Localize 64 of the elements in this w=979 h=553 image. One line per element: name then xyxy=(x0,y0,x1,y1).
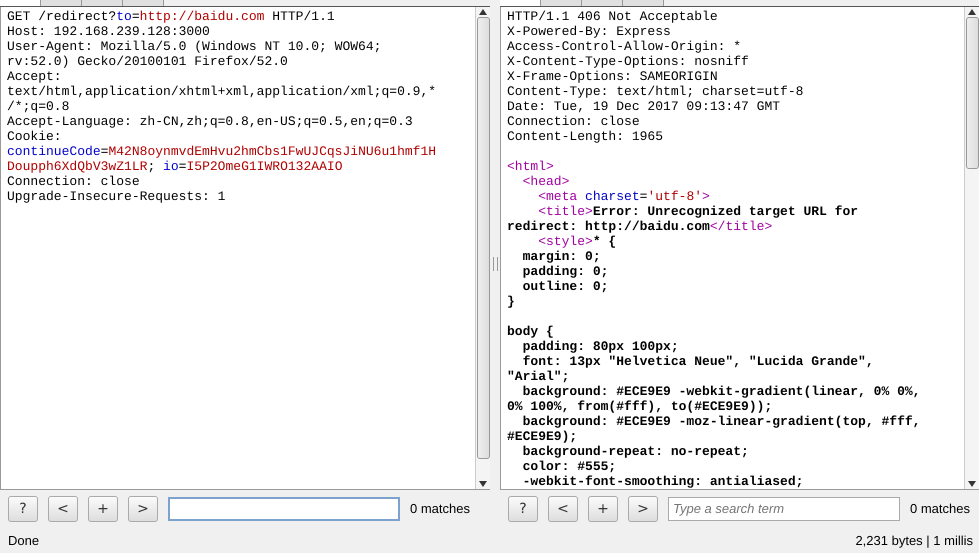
code-line: rv:52.0) Gecko/20100101 Firefox/52.0 xyxy=(7,54,289,69)
code-line: Doupph6XdQbV3wZ1LR; io=I5P2OmeG1IWRO132AAIO xyxy=(7,159,344,174)
code-line: body { xyxy=(507,324,555,339)
code-line: background: #ECE9E9 -webkit-gradient(linear, 0% 0%, xyxy=(522,384,922,399)
code-line: background-repeat: no-repeat; xyxy=(522,444,750,459)
code-line: User-Agent: Mozilla/5.0 (Windows NT 10.0; WOW64; xyxy=(7,39,382,54)
code-line: Cookie: xyxy=(7,129,63,144)
scroll-down-icon[interactable] xyxy=(967,479,977,489)
code-line: Accept-Language: zh-CN,zh;q=0.8,en-US;q=0.5,en;q=0.3 xyxy=(7,114,414,129)
match-count: 0 matches xyxy=(910,501,970,516)
code-line: Content-Length: 1965 xyxy=(507,129,664,144)
code-line: 0% 100%, from(#fff), to(#ECE9E9)); xyxy=(507,399,774,414)
code-line: background: #ECE9E9 -moz-linear-gradient(top, #fff, xyxy=(522,414,922,429)
code-line: "Arial"; xyxy=(507,369,570,384)
scroll-down-icon[interactable] xyxy=(478,479,488,489)
help-button[interactable]: ? xyxy=(508,496,538,522)
code-line: Host: 192.168.239.128:3000 xyxy=(7,24,211,39)
code-line: /*;q=0.8 xyxy=(7,99,70,114)
status-message: Done xyxy=(8,532,40,548)
code-line: <title>Error: Unrecognized target URL for xyxy=(537,204,860,219)
code-line: color: #555; xyxy=(522,459,618,474)
code-line: Connection: close xyxy=(507,114,641,129)
code-line: <style>* { xyxy=(537,234,618,249)
search-field[interactable]: Type a search term xyxy=(668,496,900,520)
splitter-handle[interactable] xyxy=(492,256,498,270)
search-field[interactable] xyxy=(168,496,400,520)
add-button[interactable]: + xyxy=(88,496,118,522)
next-button[interactable]: > xyxy=(628,496,658,522)
code-line: <head> xyxy=(522,174,570,189)
code-line: HTTP/1.1 406 Not Acceptable xyxy=(507,9,719,24)
code-line: Content-Type: text/html; charset=utf-8 xyxy=(507,84,804,99)
response-stats: 2,231 bytes | 1 millis xyxy=(855,532,973,548)
code-line: GET /redirect?to=http://baidu.com HTTP/1.1 xyxy=(7,9,336,24)
scrollbar[interactable] xyxy=(475,7,490,489)
match-count: 0 matches xyxy=(410,501,470,516)
code-line: -webkit-font-smoothing: antialiased; xyxy=(522,474,804,489)
code-line: Accept: xyxy=(7,69,63,84)
scrollbar[interactable] xyxy=(964,7,979,489)
code-line: Connection: close xyxy=(7,174,141,189)
next-button[interactable]: > xyxy=(128,496,158,522)
code-line: <meta charset='utf-8'> xyxy=(537,189,711,204)
code-line: X-Content-Type-Options: nosniff xyxy=(507,54,750,69)
code-line: outline: 0; xyxy=(522,279,610,294)
scrollbar-thumb[interactable] xyxy=(476,17,490,459)
code-line: text/html,application/xhtml+xml,application/xml;q=0.9,* xyxy=(7,84,438,99)
code-line: #ECE9E9); xyxy=(507,429,578,444)
code-line: redirect: http://baidu.com</title> xyxy=(507,219,774,234)
code-line: Date: Tue, 19 Dec 2017 09:13:47 GMT xyxy=(507,99,782,114)
code-line: Upgrade-Insecure-Requests: 1 xyxy=(7,189,226,204)
code-line: margin: 0; xyxy=(522,249,602,264)
code-line: font: 13px "Helvetica Neue", "Lucida Grande", xyxy=(522,354,875,369)
code-line: Access-Control-Allow-Origin: * xyxy=(507,39,742,54)
code-line: X-Powered-By: Express xyxy=(507,24,672,39)
add-button[interactable]: + xyxy=(588,496,618,522)
code-line: X-Frame-Options: SAMEORIGIN xyxy=(507,69,719,84)
code-line: padding: 80px 100px; xyxy=(522,339,680,354)
previous-button[interactable]: < xyxy=(48,496,78,522)
previous-button[interactable]: < xyxy=(548,496,578,522)
help-button[interactable]: ? xyxy=(8,496,38,522)
code-line: continueCode=M42N8oynmvdEmHvu2hmCbs1FwUJCqsJiNU6u1hmf1H xyxy=(7,144,438,159)
code-line: <html> xyxy=(507,159,555,174)
scrollbar-thumb[interactable] xyxy=(966,17,978,169)
code-line: padding: 0; xyxy=(522,264,610,279)
code-line: } xyxy=(507,294,516,309)
